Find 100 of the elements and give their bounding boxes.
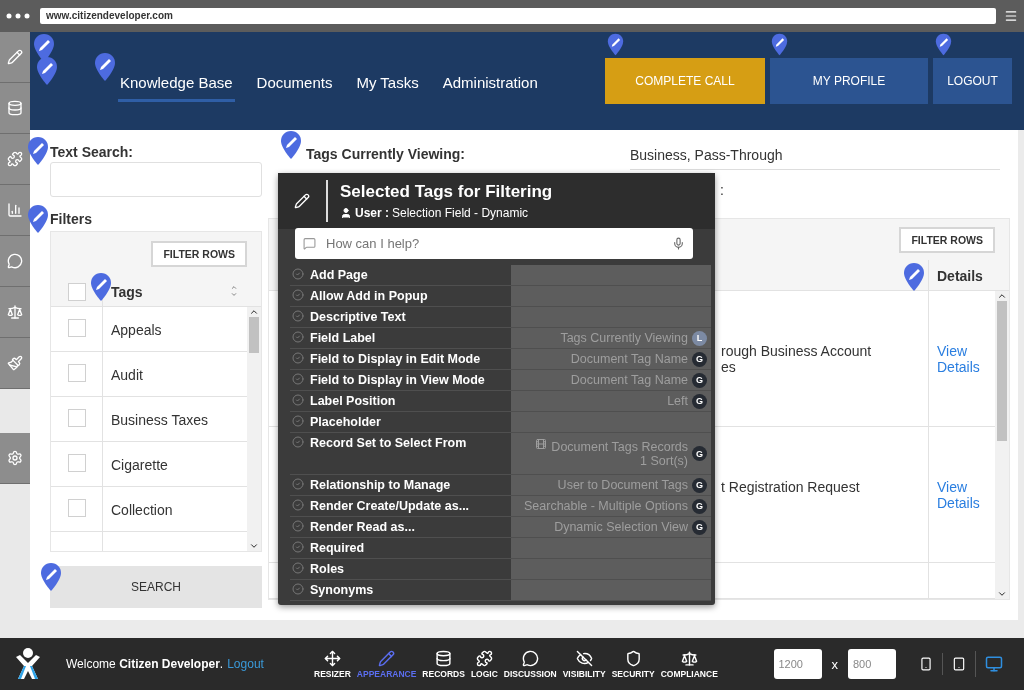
scroll-down-icon[interactable]	[997, 589, 1007, 599]
scope-badge: G	[692, 351, 707, 367]
property-name: Field to Display in Edit Mode	[310, 352, 481, 366]
check-circle-icon	[292, 562, 304, 574]
tool-button[interactable]: VISIBILITY	[562, 649, 606, 679]
search-button[interactable]: SEARCH	[50, 566, 262, 608]
column-header[interactable]: Details	[929, 260, 995, 290]
scroll-up-icon[interactable]	[997, 291, 1007, 301]
filter-rows-button[interactable]: FILTER ROWS	[899, 226, 995, 253]
arrows-icon	[323, 649, 341, 667]
tool-button[interactable]: DISCUSSION	[503, 649, 557, 679]
property-name: Descriptive Text	[310, 310, 406, 324]
scope-badge: G	[692, 393, 707, 409]
tool-button[interactable]: LOGIC	[470, 649, 498, 679]
scrollbar[interactable]	[247, 307, 261, 551]
welcome-text: Welcome Citizen Developer.	[66, 657, 224, 671]
sidebar-tab[interactable]	[0, 287, 30, 338]
view-details-link[interactable]: View Details	[937, 479, 987, 511]
height-field[interactable]: 800	[848, 649, 896, 679]
edit-pin-icon[interactable]	[94, 52, 116, 82]
tool-button[interactable]: RESIZER	[314, 649, 351, 679]
menu-icon[interactable]	[1004, 9, 1018, 23]
property-row[interactable]: Field Label Tags Currently Viewing L	[290, 328, 711, 349]
header-button[interactable]: LOGOUT	[933, 58, 1012, 104]
logout-link[interactable]: Logout	[227, 657, 264, 671]
url-field[interactable]: www.citizendeveloper.com	[40, 8, 996, 24]
microphone-icon[interactable]	[672, 237, 685, 250]
property-name: Roles	[310, 562, 345, 576]
checkbox[interactable]	[67, 364, 86, 382]
sidebar-tab[interactable]	[0, 83, 30, 134]
sidebar-tab[interactable]	[0, 433, 30, 484]
check-circle-icon	[292, 373, 304, 385]
property-row[interactable]: Render Read as... Dynamic Selection View G	[290, 517, 711, 538]
check-circle-icon	[292, 436, 304, 448]
view-details-link[interactable]: View Details	[937, 343, 987, 375]
property-name: Relationship to Manage	[310, 478, 451, 492]
property-row[interactable]: Field to Display in Edit Mode Document Tag Name G	[290, 349, 711, 370]
width-field[interactable]: 1200	[773, 649, 822, 679]
checkbox[interactable]	[67, 454, 86, 472]
filter-rows-button[interactable]: FILTER ROWS	[151, 241, 247, 267]
property-row[interactable]: Render Create/Update as... Searchable - Multiple Options G	[290, 496, 711, 517]
table-cell-text: Collection	[110, 501, 174, 520]
tags-field[interactable]: Business, Pass-Through	[630, 144, 1000, 170]
table-cell-text: Business Taxes	[110, 411, 209, 430]
nav-tab[interactable]: Knowledge Base	[118, 66, 235, 102]
checkbox[interactable]	[67, 499, 86, 517]
nav-tab[interactable]: Administration	[440, 66, 540, 102]
check-circle-icon	[292, 583, 304, 595]
property-row[interactable]: Allow Add in Popup	[290, 286, 711, 307]
scope-badge: G	[692, 519, 707, 535]
edit-pin-icon[interactable]	[771, 33, 788, 56]
property-row[interactable]: Placeholder	[290, 412, 711, 433]
sidebar-tab[interactable]	[0, 134, 30, 185]
property-row[interactable]: Roles	[290, 559, 711, 580]
scrollbar-thumb[interactable]	[249, 317, 259, 353]
property-row[interactable]: Relationship to Manage User to Document Tags G	[290, 475, 711, 496]
scrollbar[interactable]	[995, 291, 1009, 599]
check-circle-icon	[292, 289, 304, 301]
tool-button[interactable]: SECURITY	[611, 649, 655, 679]
checkbox[interactable]	[67, 283, 86, 301]
scope-badge: G	[692, 446, 707, 461]
tool-button[interactable]: COMPLIANCE	[660, 649, 718, 679]
property-row[interactable]: Required	[290, 538, 711, 559]
property-name: Record Set to Select From	[310, 436, 467, 450]
popup-title: Selected Tags for Filtering	[340, 182, 553, 202]
user-icon	[340, 207, 352, 219]
database-icon	[435, 649, 453, 667]
scrollbar-thumb[interactable]	[997, 301, 1007, 441]
check-circle-icon	[292, 310, 304, 322]
times-label: x	[831, 656, 838, 672]
property-value: Dynamic Selection View	[554, 520, 688, 534]
column-header[interactable]: Tags	[111, 284, 143, 298]
nav-tab[interactable]: My Tasks	[354, 66, 421, 102]
property-name: Synonyms	[310, 583, 374, 597]
property-row[interactable]: Field to Display in View Mode Document Tag Name G	[290, 370, 711, 391]
subtitle-label: User :	[355, 206, 389, 220]
property-row[interactable]: Descriptive Text	[290, 307, 711, 328]
checkbox[interactable]	[67, 319, 86, 337]
check-circle-icon	[292, 268, 304, 280]
tool-button[interactable]: RECORDS	[422, 649, 465, 679]
field-label: Tags Currently Viewing:	[306, 146, 465, 162]
header-button[interactable]: MY PROFILE	[770, 58, 928, 104]
edit-pin-icon[interactable]	[935, 33, 952, 56]
search-bar[interactable]: How can I help?	[295, 228, 693, 259]
sidebar-tab[interactable]	[0, 185, 30, 236]
section-label: Filters	[50, 211, 93, 227]
edit-pin-icon[interactable]	[36, 56, 58, 86]
nav-tab[interactable]: Documents	[254, 66, 335, 102]
checkbox[interactable]	[67, 409, 86, 427]
sidebar-tab[interactable]	[0, 338, 30, 389]
property-row[interactable]: Add Page	[290, 265, 711, 286]
property-row[interactable]: Synonyms	[290, 580, 711, 601]
text-search-field[interactable]	[50, 162, 262, 197]
sidebar-tab[interactable]	[0, 236, 30, 287]
scroll-down-icon[interactable]	[249, 541, 259, 551]
property-row[interactable]: Label Position Left G	[290, 391, 711, 412]
check-circle-icon	[292, 415, 304, 427]
scroll-up-icon[interactable]	[249, 307, 259, 317]
eye-off-icon	[575, 649, 593, 667]
edit-pin-icon[interactable]	[607, 33, 624, 56]
